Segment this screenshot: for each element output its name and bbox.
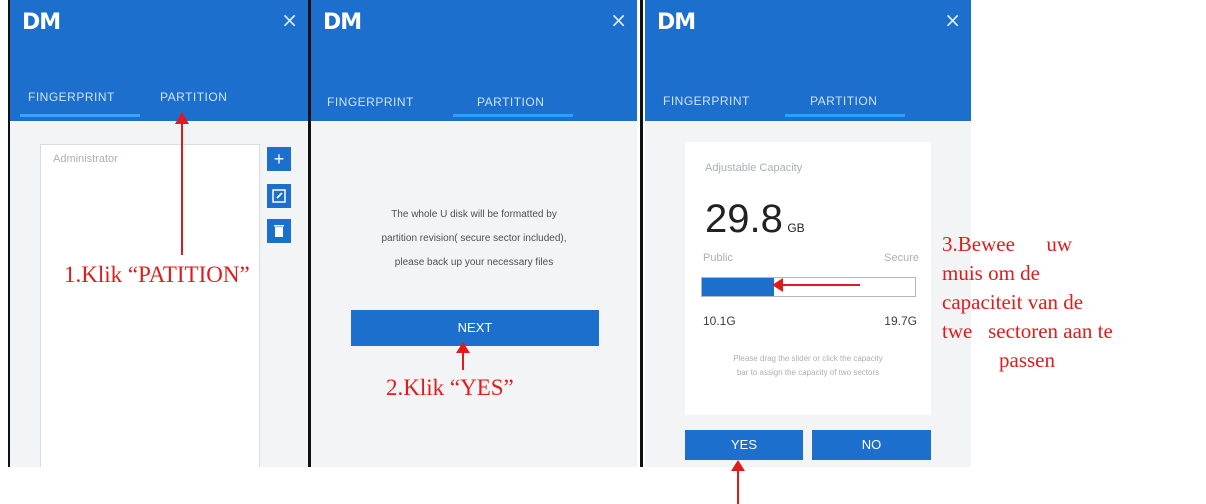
public-value: 10.1G	[703, 314, 736, 328]
app-logo: DM	[323, 10, 362, 35]
next-button[interactable]: NEXT	[351, 310, 599, 346]
no-button[interactable]: NO	[812, 430, 931, 460]
step-3-line-3: capaciteit van de	[942, 290, 1084, 314]
panel-divider	[308, 0, 311, 467]
capacity-label: Adjustable Capacity	[705, 162, 803, 174]
list-item[interactable]: Administrator	[53, 153, 118, 165]
delete-button[interactable]	[267, 219, 291, 243]
annotation-step-2: 2.Klik “YES”	[386, 375, 514, 400]
tab-partition-underline	[785, 114, 905, 117]
tab-partition[interactable]: PARTITION	[160, 90, 227, 104]
plus-icon: +	[273, 149, 285, 169]
panel-border-left	[8, 0, 10, 467]
add-button[interactable]: +	[267, 147, 291, 171]
public-label: Public	[703, 252, 733, 264]
secure-value: 19.7G	[884, 314, 917, 328]
trash-icon	[274, 225, 284, 237]
edit-icon	[272, 189, 286, 203]
panel-1-header: DM × FINGERPRINT PARTITION	[10, 0, 308, 121]
panel-2-header: DM × FINGERPRINT PARTITION	[311, 0, 637, 121]
public-capacity-fill	[702, 278, 774, 296]
close-icon[interactable]: ×	[281, 8, 298, 32]
arrowhead-up-icon	[456, 342, 470, 353]
annotation-arrow-1	[181, 122, 183, 255]
arrowhead-left-icon	[772, 278, 783, 292]
tab-partition-underline	[453, 114, 573, 117]
user-list[interactable]: Administrator	[40, 144, 260, 467]
annotation-step-1: 1.Klik “PATITION”	[64, 262, 250, 287]
capacity-value: 29.8	[705, 197, 783, 241]
step-3-line-4: twe sectoren aan te	[942, 319, 1113, 343]
panel-divider	[640, 0, 643, 467]
message-line-3: please back up your necessary files	[394, 257, 554, 268]
drag-hint: Please drag the slider or click the capa…	[685, 352, 931, 380]
annotation-arrow-3	[780, 284, 860, 286]
app-logo: DM	[657, 10, 696, 35]
capacity-unit: GB	[787, 221, 805, 235]
step-3-line-2: muis om de	[942, 261, 1040, 285]
message-line-2: partition revision( secure sector includ…	[381, 233, 567, 244]
hint-line-2: bar to assign the capacity of two sector…	[736, 368, 880, 377]
capacity-readout: 29.8 GB	[705, 197, 805, 242]
tab-partition[interactable]: PARTITION	[477, 95, 544, 109]
message-line-1: The whole U disk will be formatted by	[391, 209, 557, 220]
app-logo: DM	[22, 10, 61, 35]
secure-label: Secure	[884, 252, 919, 264]
tab-fingerprint[interactable]: FINGERPRINT	[327, 95, 414, 109]
tab-fingerprint[interactable]: FINGERPRINT	[28, 90, 115, 104]
annotation-arrow-4	[737, 468, 739, 504]
panel-1: DM × FINGERPRINT PARTITION Administrator…	[10, 0, 308, 467]
hint-line-1: Please drag the slider or click the capa…	[733, 354, 883, 363]
panel-3: DM × FINGERPRINT PARTITION Adjustable Ca…	[645, 0, 971, 467]
capacity-card: Adjustable Capacity 29.8 GB Public Secur…	[685, 142, 931, 415]
tab-partition[interactable]: PARTITION	[810, 94, 877, 108]
tab-fingerprint[interactable]: FINGERPRINT	[663, 94, 750, 108]
panel-3-header: DM × FINGERPRINT PARTITION	[645, 0, 971, 121]
step-3-line-1: 3.Bewee uw	[942, 232, 1073, 256]
annotation-step-3: 3.Bewee uw muis om de capaciteit van de …	[942, 230, 1113, 375]
close-icon[interactable]: ×	[610, 8, 627, 32]
capacity-bar[interactable]	[701, 277, 916, 297]
yes-button[interactable]: YES	[685, 430, 803, 460]
arrowhead-up-icon	[175, 112, 189, 124]
arrowhead-up-icon	[731, 460, 745, 471]
close-icon[interactable]: ×	[944, 8, 961, 32]
tab-fingerprint-underline	[20, 114, 140, 117]
edit-button[interactable]	[267, 184, 291, 208]
warning-message: The whole U disk will be formatted by pa…	[311, 203, 637, 275]
step-3-line-5: passen	[999, 348, 1055, 372]
